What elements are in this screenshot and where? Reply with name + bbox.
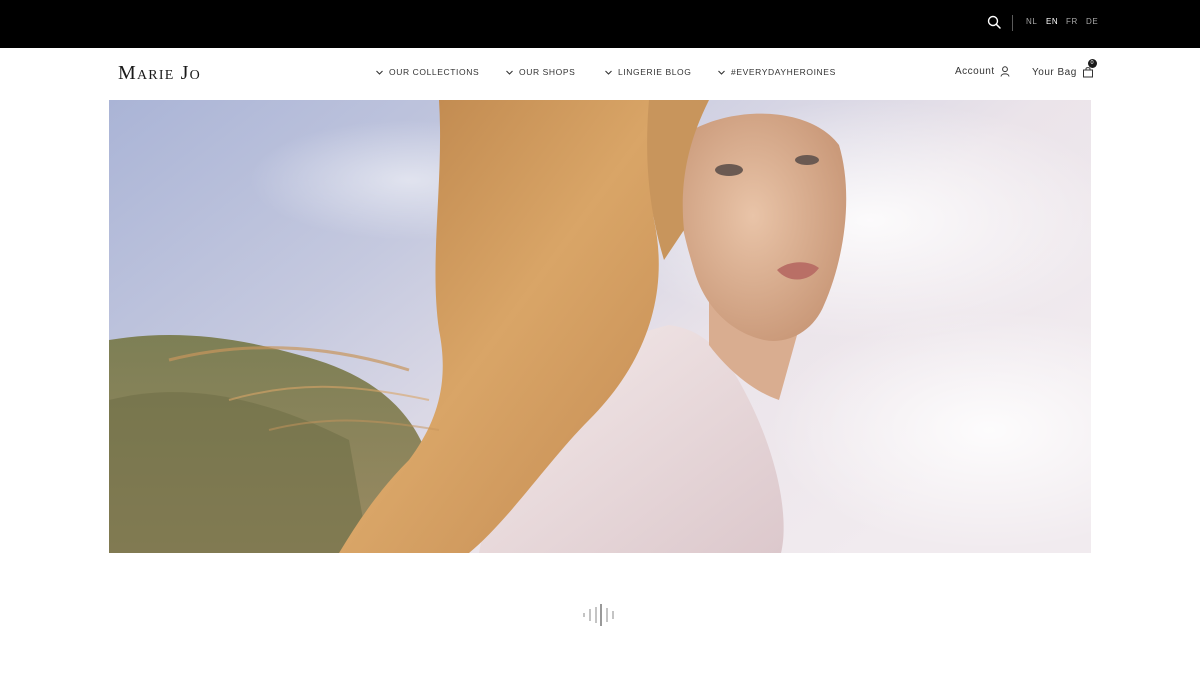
shopping-bag-link[interactable]: Your Bag 0 — [1032, 59, 1097, 78]
nav-item-label: OUR SHOPS — [519, 67, 576, 77]
chevron-down-icon — [717, 68, 726, 77]
brand-logo[interactable]: Marie Jo — [118, 62, 201, 85]
shopping-bag-icon: 0 — [1082, 59, 1097, 78]
nav-everydayheroines[interactable]: #EVERYDAYHEROINES — [717, 67, 836, 77]
language-en[interactable]: EN — [1046, 17, 1058, 26]
language-fr[interactable]: FR — [1066, 17, 1078, 26]
account-link[interactable]: Account — [955, 66, 1010, 77]
language-de[interactable]: DE — [1086, 17, 1098, 26]
topbar-divider — [1012, 15, 1013, 31]
nav-our-shops[interactable]: OUR SHOPS — [505, 67, 575, 77]
user-icon — [1000, 66, 1010, 77]
search-icon[interactable] — [987, 15, 1001, 29]
bag-count-badge: 0 — [1087, 59, 1097, 68]
bag-label: Your Bag — [1032, 66, 1077, 78]
nav-item-label: LINGERIE BLOG — [618, 67, 692, 77]
chevron-down-icon — [505, 68, 514, 77]
audio-wave-loader-icon — [582, 604, 618, 626]
chevron-down-icon — [375, 68, 384, 77]
site-header: Marie Jo OUR COLLECTIONS OUR SHOPS LINGE… — [0, 48, 1200, 100]
nav-item-label: #EVERYDAYHEROINES — [731, 67, 836, 77]
nav-our-collections[interactable]: OUR COLLECTIONS — [375, 67, 479, 77]
account-label: Account — [955, 66, 995, 77]
nav-item-label: OUR COLLECTIONS — [389, 67, 480, 77]
language-nl[interactable]: NL — [1026, 17, 1037, 26]
top-utility-bar: NL EN FR DE — [0, 0, 1200, 48]
nav-lingerie-blog[interactable]: LINGERIE BLOG — [604, 67, 691, 77]
chevron-down-icon — [604, 68, 613, 77]
hero-video[interactable] — [109, 100, 1091, 553]
